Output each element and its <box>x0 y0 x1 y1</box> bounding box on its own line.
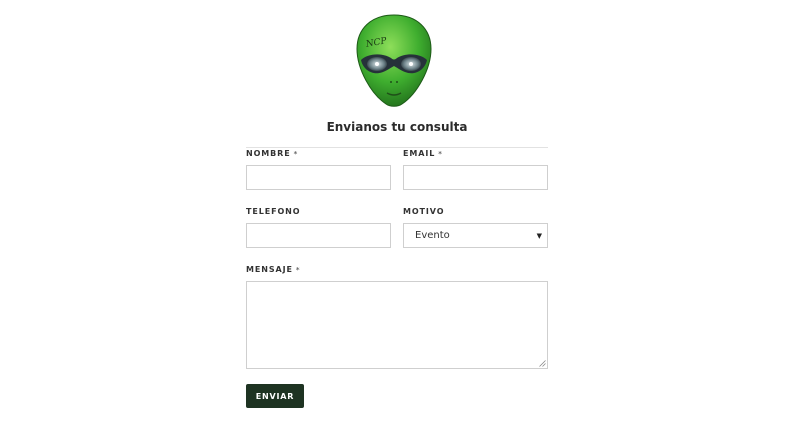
email-label: EMAIL * <box>403 149 443 158</box>
mensaje-label: MENSAJE * <box>246 265 300 274</box>
mensaje-textarea[interactable] <box>246 281 548 369</box>
nombre-label-text: NOMBRE <box>246 149 291 158</box>
telefono-input[interactable] <box>246 223 391 248</box>
motivo-label: MOTIVO <box>403 207 445 216</box>
email-label-text: EMAIL <box>403 149 436 158</box>
nombre-label: NOMBRE * <box>246 149 298 158</box>
alien-logo: NCP <box>356 14 432 107</box>
nombre-input[interactable] <box>246 165 391 190</box>
submit-button[interactable]: ENVIAR <box>246 384 304 408</box>
required-marker: * <box>438 150 443 158</box>
submit-button-label: ENVIAR <box>255 391 295 401</box>
required-marker: * <box>293 150 299 158</box>
telefono-label: TELEFONO <box>246 207 301 216</box>
caret-down-icon: ▼ <box>536 232 542 240</box>
divider <box>246 147 548 148</box>
motivo-select[interactable]: Evento ▼ <box>403 223 548 248</box>
email-input[interactable] <box>403 165 548 190</box>
mensaje-label-text: MENSAJE <box>246 265 293 274</box>
required-marker: * <box>295 266 301 274</box>
form-title: Envianos tu consulta <box>326 120 468 134</box>
motivo-selected-value: Evento <box>415 230 450 241</box>
resize-grip-icon[interactable] <box>539 360 546 367</box>
